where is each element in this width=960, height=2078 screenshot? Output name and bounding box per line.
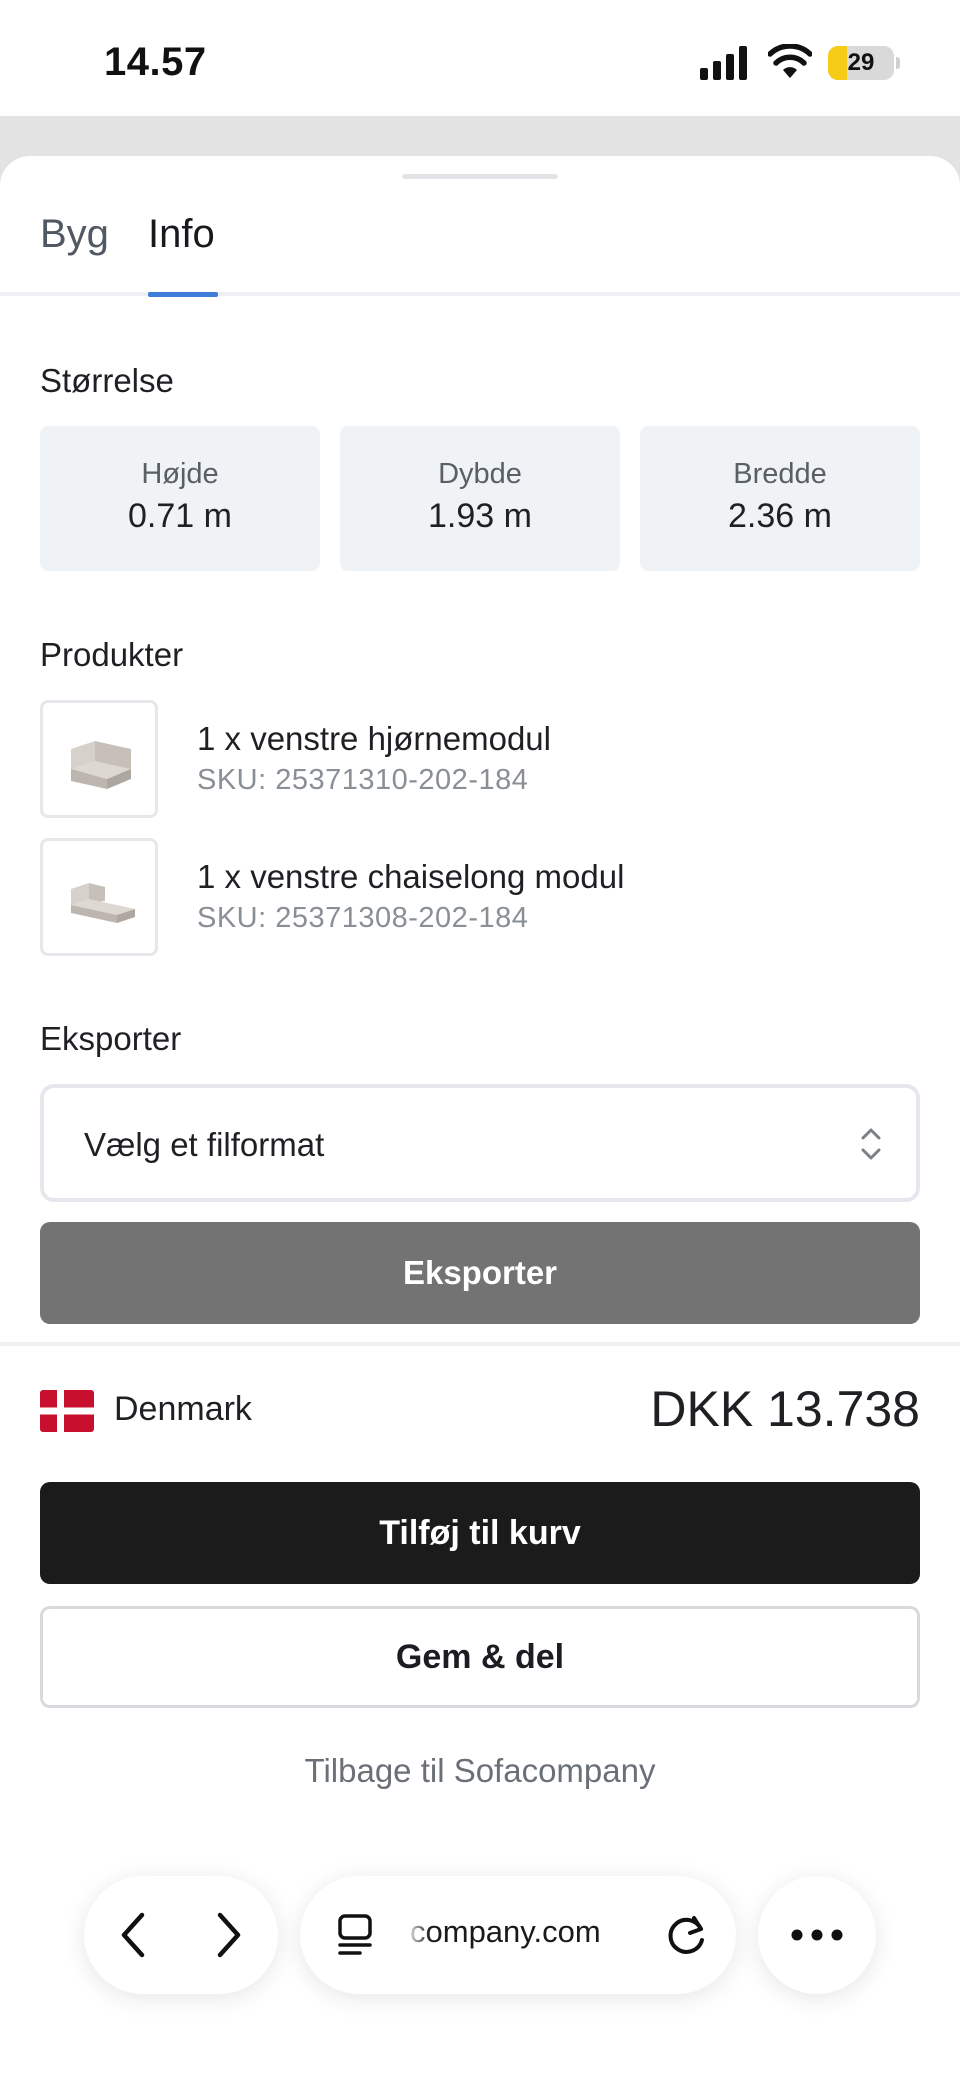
status-bar: 14.57 29 <box>0 0 960 116</box>
size-value: 0.71 m <box>128 497 232 535</box>
size-label: Bredde <box>733 458 827 490</box>
file-format-select[interactable]: Vælg et filformat <box>40 1084 920 1202</box>
size-card-width: Bredde 2.36 m <box>640 426 920 571</box>
size-card-depth: Dybde 1.93 m <box>340 426 620 571</box>
wifi-icon <box>768 44 812 78</box>
battery-cap <box>896 57 900 69</box>
product-thumbnail <box>40 838 158 956</box>
reload-icon[interactable] <box>664 1912 710 1958</box>
add-to-cart-button[interactable]: Tilføj til kurv <box>40 1482 920 1584</box>
size-title: Størrelse <box>40 362 174 399</box>
url-fade <box>406 1906 430 1966</box>
product-name: 1 x venstre chaiselong modul <box>197 858 625 895</box>
size-value: 1.93 m <box>428 497 532 535</box>
active-tab-indicator <box>148 292 218 297</box>
address-bar[interactable]: company.com <box>300 1876 736 1994</box>
more-icon <box>791 1929 843 1941</box>
corner-module-thumbnail <box>71 741 131 789</box>
chevron-up-down-icon <box>861 1128 881 1160</box>
file-format-placeholder: Vælg et filformat <box>84 1126 325 1163</box>
sheet-grabber[interactable] <box>402 174 558 179</box>
total-price: DKK 13.738 <box>650 1381 920 1437</box>
product-thumbnail <box>40 700 158 818</box>
more-button[interactable] <box>758 1876 876 1994</box>
product-name: 1 x venstre hjørnemodul <box>197 720 551 757</box>
export-button[interactable]: Eksporter <box>40 1222 920 1324</box>
back-to-sofacompany-link[interactable]: Tilbage til Sofacompany <box>0 1752 960 1790</box>
export-title: Eksporter <box>40 1020 182 1057</box>
product-sku: SKU: 25371308-202-184 <box>197 902 529 934</box>
tabs-icon[interactable] <box>336 1914 376 1956</box>
tab-byg[interactable]: Byg <box>40 212 109 257</box>
browser-nav-pill <box>84 1876 278 1994</box>
forward-arrow-icon[interactable] <box>202 1910 252 1960</box>
country-selector[interactable]: Denmark <box>114 1390 252 1429</box>
product-sku: SKU: 25371310-202-184 <box>197 764 529 796</box>
product-item: 1 x venstre chaiselong modul SKU: 253713… <box>40 838 920 956</box>
back-arrow-icon[interactable] <box>110 1910 160 1960</box>
status-time: 14.57 <box>104 40 207 84</box>
save-share-button[interactable]: Gem & del <box>40 1606 920 1708</box>
battery-icon: 29 <box>828 46 894 80</box>
chaiselong-module-thumbnail <box>71 883 135 923</box>
size-label: Dybde <box>438 458 522 490</box>
size-label: Højde <box>141 458 219 490</box>
tab-info[interactable]: Info <box>148 212 215 257</box>
url-text: company.com <box>410 1914 601 1949</box>
size-value: 2.36 m <box>728 497 832 535</box>
signal-icon <box>700 46 747 80</box>
size-card-height: Højde 0.71 m <box>40 426 320 571</box>
denmark-flag-icon[interactable] <box>40 1390 94 1432</box>
tab-bar: Byg Info <box>0 200 960 297</box>
product-item: 1 x venstre hjørnemodul SKU: 25371310-20… <box>40 700 920 818</box>
battery-level: 29 <box>847 49 875 76</box>
footer-divider <box>0 1342 960 1346</box>
products-title: Produkter <box>40 636 184 673</box>
